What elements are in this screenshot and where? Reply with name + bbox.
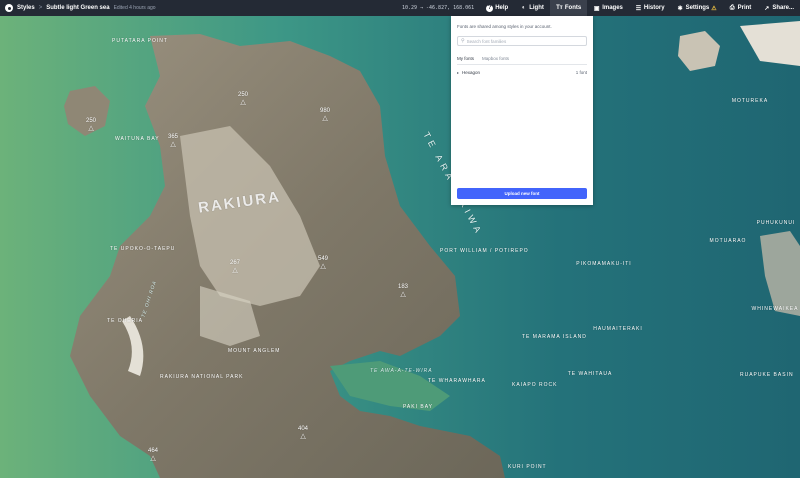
font-family-name: Hexagon [462, 70, 481, 75]
map-label-mount-anglem: MOUNT ANGLEM [228, 348, 281, 354]
peak-triangle-icon: △ [88, 125, 94, 132]
style-name[interactable]: Subtle light Green sea [46, 5, 109, 11]
font-family-row[interactable]: ▸ Hexagon 1 font [457, 70, 587, 75]
map-label-te-awa: TE AWA-A-TE-WIRA [370, 368, 433, 374]
map-label-kaiapo-rock: KAIAPO ROCK [512, 382, 558, 388]
map-peak: 267 △ [230, 260, 241, 274]
styles-link[interactable]: Styles [17, 5, 35, 11]
printer-icon: ⎙ [729, 4, 735, 11]
fonts-button[interactable]: Tт Fonts [549, 0, 588, 16]
map-peak: 250 △ [86, 118, 97, 132]
map-label-putatara-point: PUTATARA POINT [112, 38, 168, 44]
fonts-panel: Fonts are shared among styles in your ac… [451, 16, 593, 205]
upload-font-button[interactable]: Upload new font [457, 188, 587, 199]
map-label-puhukunui: PUHUKUNUI [756, 220, 796, 226]
help-icon: ? [486, 4, 494, 12]
breadcrumb: Styles > Subtle light Green sea Edited 4… [0, 0, 402, 16]
map-peak: 980 △ [320, 108, 331, 122]
settings-button[interactable]: ✱ Settings ⚠ [671, 0, 723, 16]
peak-triangle-icon: △ [232, 267, 238, 274]
peak-triangle-icon: △ [322, 115, 328, 122]
map-peak: 404 △ [298, 426, 309, 440]
map-label-haumaiteraki: HAUMAITERAKI [593, 326, 643, 332]
map-label-pikomamaku-iti: PIKOMAMAKU-ITI [576, 261, 632, 267]
warning-icon: ⚠ [711, 5, 717, 12]
map-label-motuarao: MOTUARAO [709, 238, 747, 244]
map-label-waituna-bay: WAITUNA BAY [115, 136, 160, 142]
top-toolbar: Styles > Subtle light Green sea Edited 4… [0, 0, 800, 16]
images-button[interactable]: ▣ Images [587, 0, 629, 16]
map-label-te-wharawhara: TE WHARAWHARA [428, 378, 486, 384]
sun-icon: ◐ [521, 5, 526, 11]
coordinates-readout: 10.29 → -46.827, 168.061 [401, 5, 475, 11]
tab-my-fonts[interactable]: My fonts [457, 56, 474, 61]
map-peak: 183 △ [398, 284, 409, 298]
peak-triangle-icon: △ [150, 455, 156, 462]
map-canvas[interactable]: PUTATARA POINT WAITUNA BAY RAKIURA TE AR… [0, 16, 800, 478]
map-label-ruapuke-basin: RUAPUKE BASIN [740, 372, 794, 378]
map-peak: 549 △ [318, 256, 329, 270]
peak-triangle-icon: △ [240, 99, 246, 106]
mapbox-logo-icon[interactable] [5, 4, 13, 12]
help-button[interactable]: ? Help [480, 0, 514, 16]
fonts-shared-note: Fonts are shared among styles in your ac… [457, 24, 552, 29]
map-label-te-wahitaua: TE WAHITAUA [567, 371, 613, 377]
fonts-icon: Tт [556, 5, 563, 11]
light-button[interactable]: ◐ Light [514, 0, 550, 16]
map-label-national-park: RAKIURA NATIONAL PARK [160, 374, 244, 380]
map-label-te-marama-island: TE MARAMA ISLAND [522, 334, 587, 340]
map-label-port-william: PORT WILLIAM / POTIREPO [440, 248, 529, 254]
font-search-input[interactable] [466, 38, 582, 44]
peak-triangle-icon: △ [300, 433, 306, 440]
peak-triangle-icon: △ [400, 291, 406, 298]
image-icon: ▣ [593, 5, 600, 12]
map-label-te-oheria: TE OHERIA [107, 318, 143, 324]
map-label-te-upoko: TE UPOKO-O-TAEPU [110, 246, 176, 252]
history-icon: ☰ [635, 5, 642, 12]
map-peak: 365 △ [168, 134, 179, 148]
gear-icon: ✱ [677, 5, 683, 12]
map-label-paki-bay: PAKI BAY [402, 404, 434, 410]
search-icon: ⚲ [461, 38, 465, 44]
peak-triangle-icon: △ [170, 141, 176, 148]
print-button[interactable]: ⎙ Print [723, 0, 758, 16]
share-button[interactable]: ↗ Share... [757, 0, 800, 16]
font-count: 1 font [575, 70, 587, 75]
fonts-tabs: My fonts Mapbox fonts [457, 56, 587, 65]
history-button[interactable]: ☰ History [629, 0, 671, 16]
map-label-kuri-point: KURI POINT [508, 464, 547, 470]
map-label-whinewaikea: WHINEWAIKEA [751, 306, 799, 312]
map-label-motureka: MOTUREKA [731, 98, 769, 104]
font-search-box[interactable]: ⚲ [457, 36, 587, 46]
caret-right-icon: ▸ [457, 70, 460, 75]
tab-mapbox-fonts[interactable]: Mapbox fonts [482, 56, 509, 61]
edited-timestamp: Edited 4 hours ago [113, 5, 156, 11]
map-peak: 250 △ [238, 92, 249, 106]
peak-triangle-icon: △ [320, 263, 326, 270]
map-peak: 464 △ [148, 448, 159, 462]
share-icon: ↗ [764, 5, 770, 12]
breadcrumb-separator: > [38, 5, 43, 11]
